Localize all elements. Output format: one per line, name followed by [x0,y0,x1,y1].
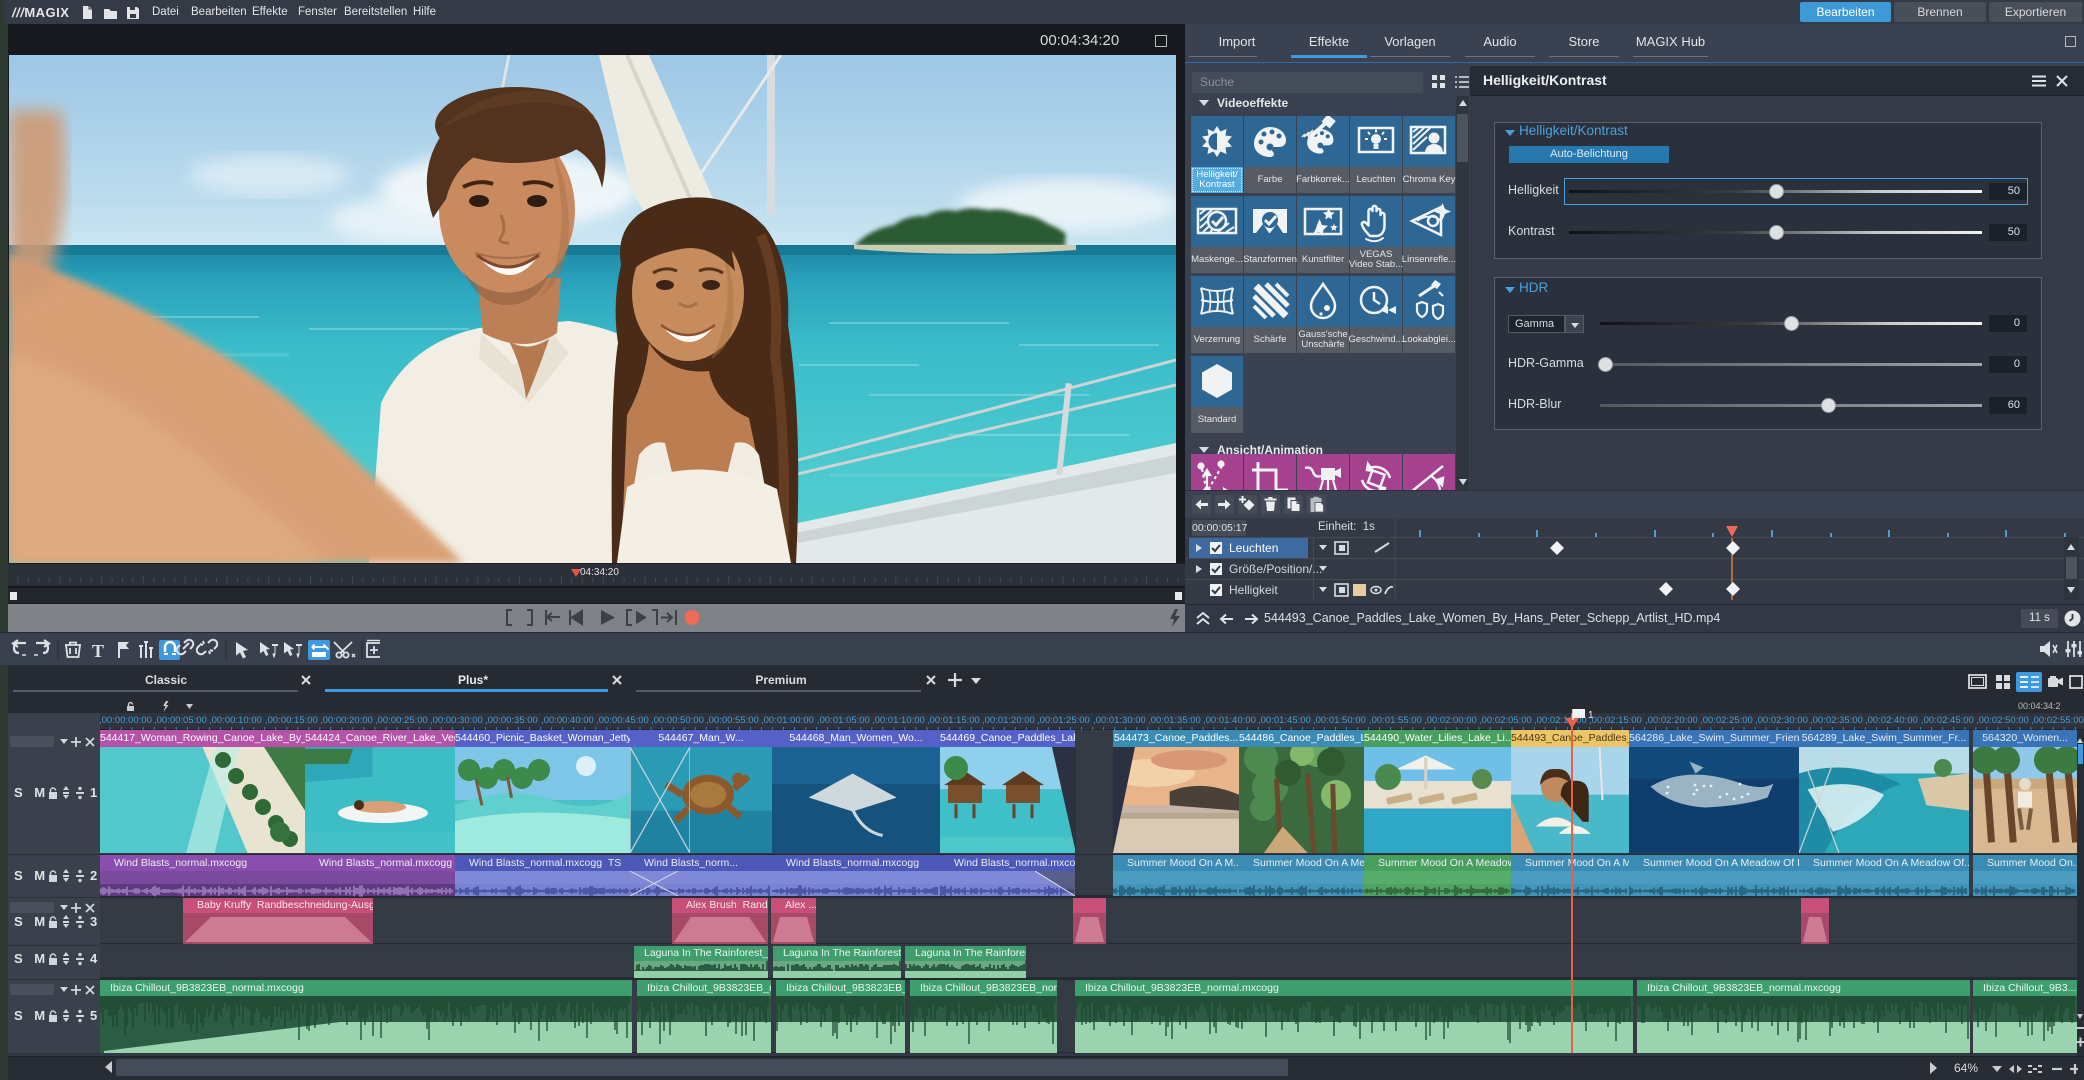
svg-text:1: 1 [1588,710,1593,720]
svg-text:T: T [92,641,104,661]
